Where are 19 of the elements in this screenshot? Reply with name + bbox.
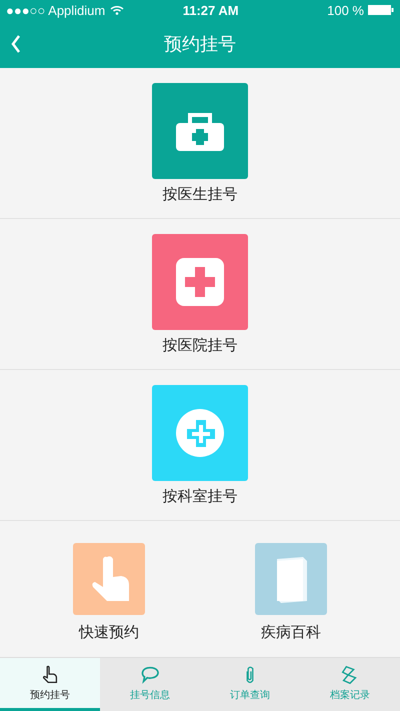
shortcut-label: 快速预约 [79, 622, 139, 642]
battery-text: 100 % [327, 2, 364, 18]
tab[interactable]: 预约挂号 [0, 658, 100, 711]
shortcut-item[interactable]: 疾病百科 [255, 542, 327, 642]
option-item[interactable]: 按医院挂号 [0, 219, 400, 370]
back-icon[interactable] [11, 35, 21, 53]
option-label: 按科室挂号 [162, 486, 238, 506]
shortcut-item[interactable]: 快速预约 [73, 542, 145, 642]
shortcut-label: 疾病百科 [261, 622, 321, 642]
option-label: 按医生挂号 [162, 184, 238, 204]
page-title: 预约挂号 [164, 33, 236, 56]
option-item[interactable]: 按科室挂号 [0, 370, 400, 521]
battery-icon [368, 5, 394, 15]
carrier-text: ●●●○○ Applidium [6, 2, 106, 18]
option-item[interactable]: 按医生挂号 [0, 68, 400, 219]
status-time: 11:27 AM [182, 2, 240, 18]
speech-bubble-icon [139, 664, 161, 686]
option-label: 按医院挂号 [162, 336, 238, 354]
wifi-icon [110, 5, 124, 15]
